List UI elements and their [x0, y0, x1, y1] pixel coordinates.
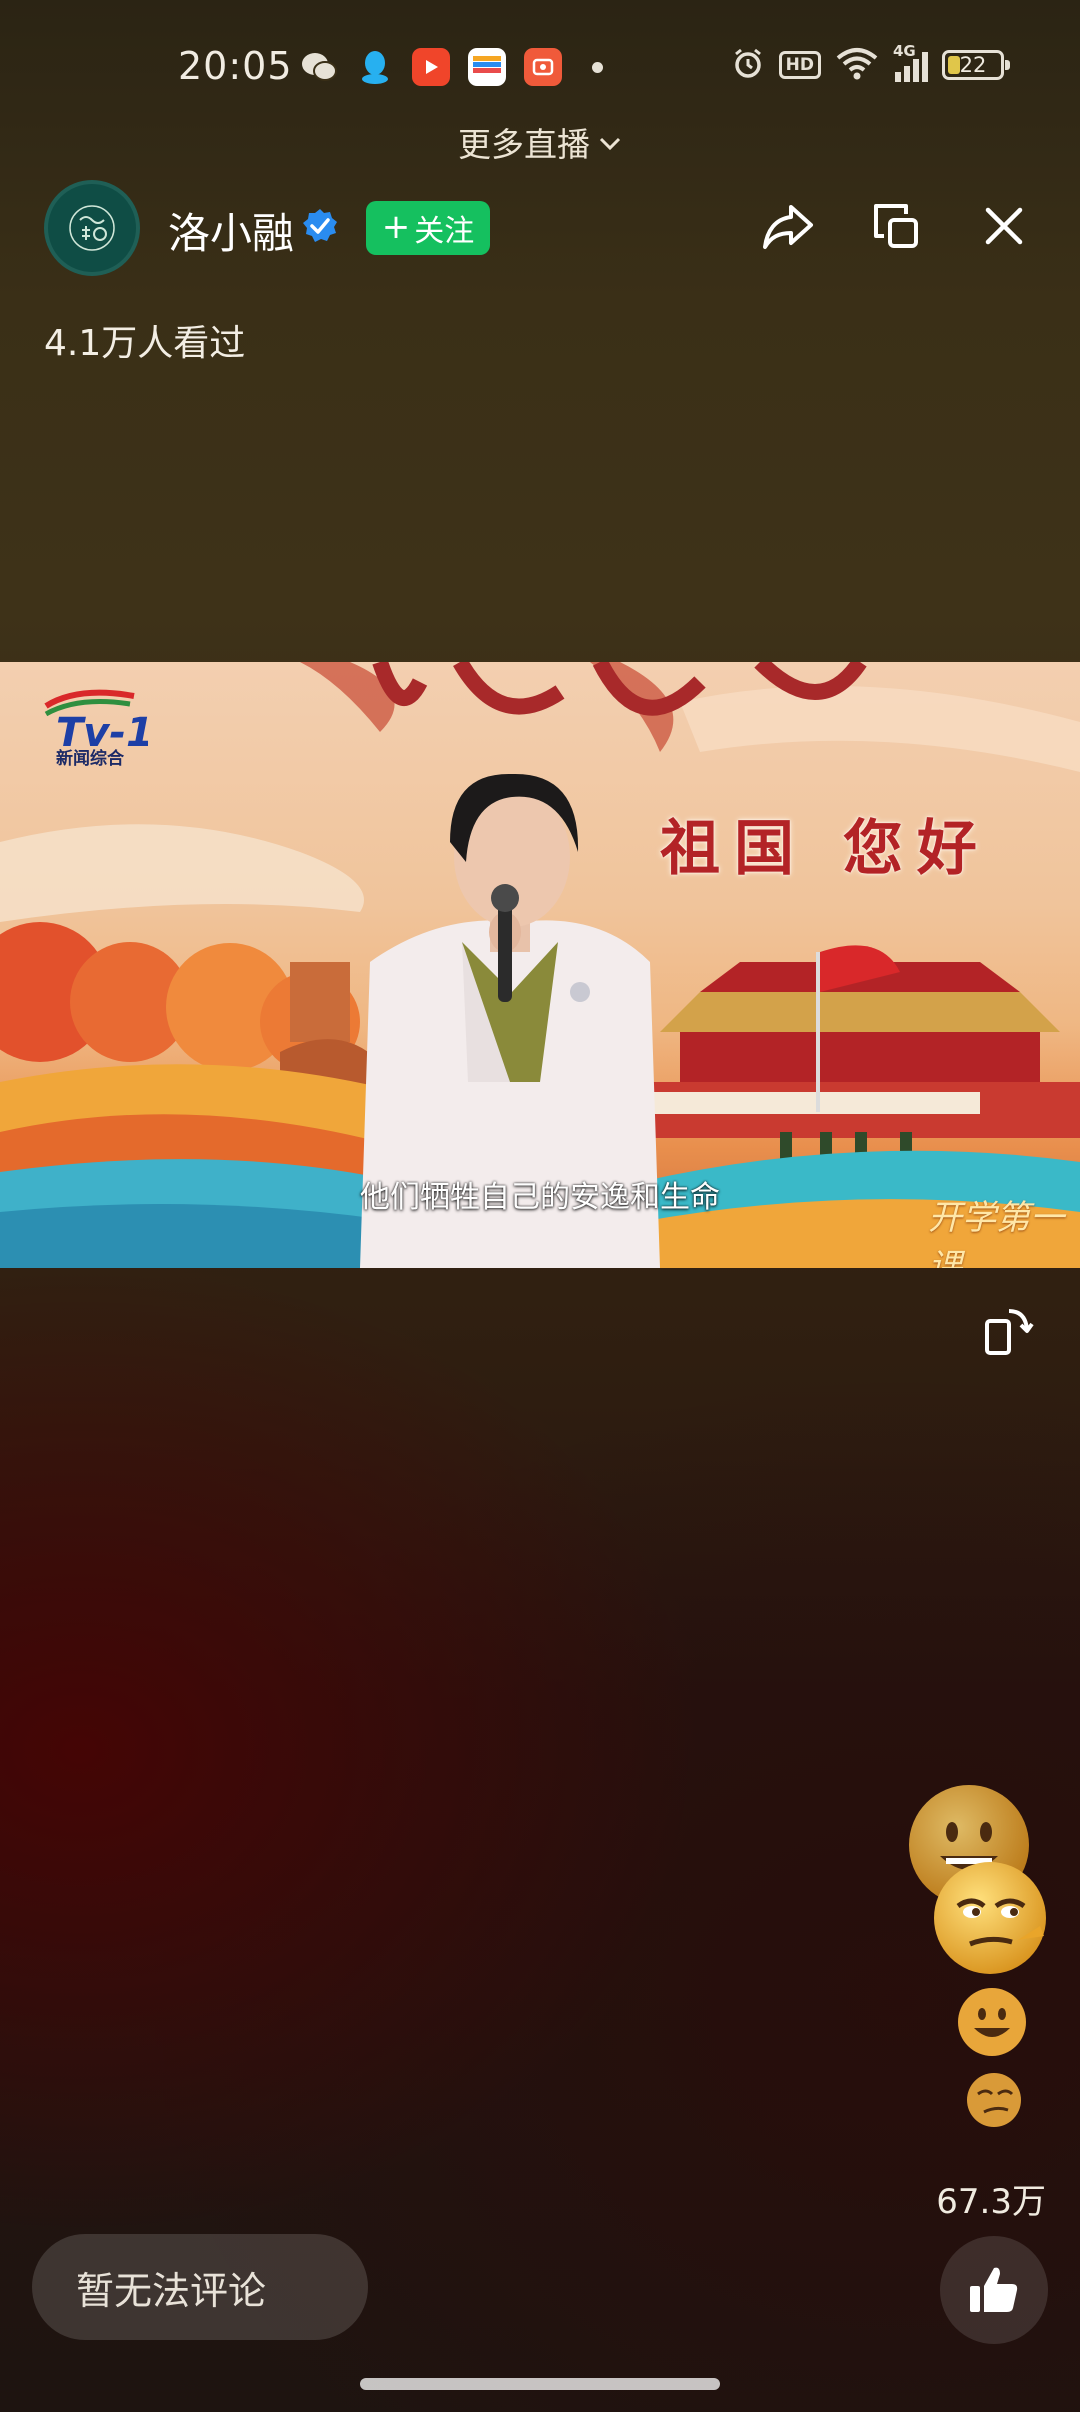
- battery-icon: 22: [942, 50, 1010, 80]
- wifi-icon: [835, 46, 879, 84]
- video-app-icon: [412, 48, 450, 86]
- more-live-label: 更多直播: [458, 125, 590, 164]
- comment-placeholder: 暂无法评论: [76, 2268, 267, 2313]
- home-indicator[interactable]: [360, 2378, 720, 2390]
- grinning-emoji: [954, 1984, 1030, 2060]
- smirk-emoji: [964, 2070, 1024, 2130]
- channel-avatar[interactable]: [44, 180, 140, 276]
- likes-count: 67.3万: [936, 2182, 1046, 2222]
- wallet-app-icon: [468, 48, 506, 86]
- status-time: 20:05: [178, 44, 293, 88]
- program-watermark: 开学第一课: [928, 1198, 1064, 1268]
- like-button[interactable]: [940, 2236, 1048, 2344]
- status-bar: 20:05 HD 4G 22: [0, 0, 1080, 136]
- network-type-label: 4G: [893, 42, 916, 60]
- picture-in-picture-icon[interactable]: [866, 196, 926, 256]
- signal-4g-icon: 4G: [893, 42, 928, 82]
- channel-name[interactable]: 洛小融: [168, 200, 294, 261]
- channel-logo-text: 新闻综合: [56, 749, 124, 769]
- comment-input[interactable]: 暂无法评论: [32, 2234, 368, 2340]
- chevron-down-icon: [598, 121, 622, 160]
- close-icon[interactable]: [974, 196, 1034, 256]
- viewers-count: 4.1万人看过: [44, 323, 246, 364]
- verified-badge-icon: [301, 207, 339, 245]
- follow-button[interactable]: + 关注: [366, 201, 490, 255]
- share-icon[interactable]: [758, 196, 818, 256]
- alarm-icon: [731, 46, 765, 84]
- follow-label: 关注: [414, 214, 475, 249]
- rotate-screen-icon[interactable]: [976, 1300, 1038, 1362]
- thumbs-up-icon: [970, 2267, 1018, 2312]
- video-slogan: 祖国 您好: [660, 814, 991, 884]
- status-app-icons: [300, 48, 603, 86]
- notification-dot: [592, 61, 603, 73]
- smirk-emoji: [928, 1856, 1052, 1980]
- hd-icon: HD: [778, 51, 821, 79]
- camera-app-icon: [524, 48, 562, 86]
- battery-level: 22: [959, 53, 987, 77]
- plus-icon: +: [381, 206, 411, 247]
- qq-icon: [356, 48, 394, 86]
- status-indicators: HD 4G 22: [731, 42, 1010, 84]
- wechat-icon: [300, 48, 338, 86]
- video-subtitle: 他们牺牲自己的安逸和生命: [360, 1180, 720, 1215]
- more-live-dropdown[interactable]: 更多直播: [0, 118, 1080, 166]
- video-player[interactable]: Tv-1 新闻综合 祖国 您好 他们牺牲自己的安逸和生命 开学第一课: [0, 662, 1080, 1268]
